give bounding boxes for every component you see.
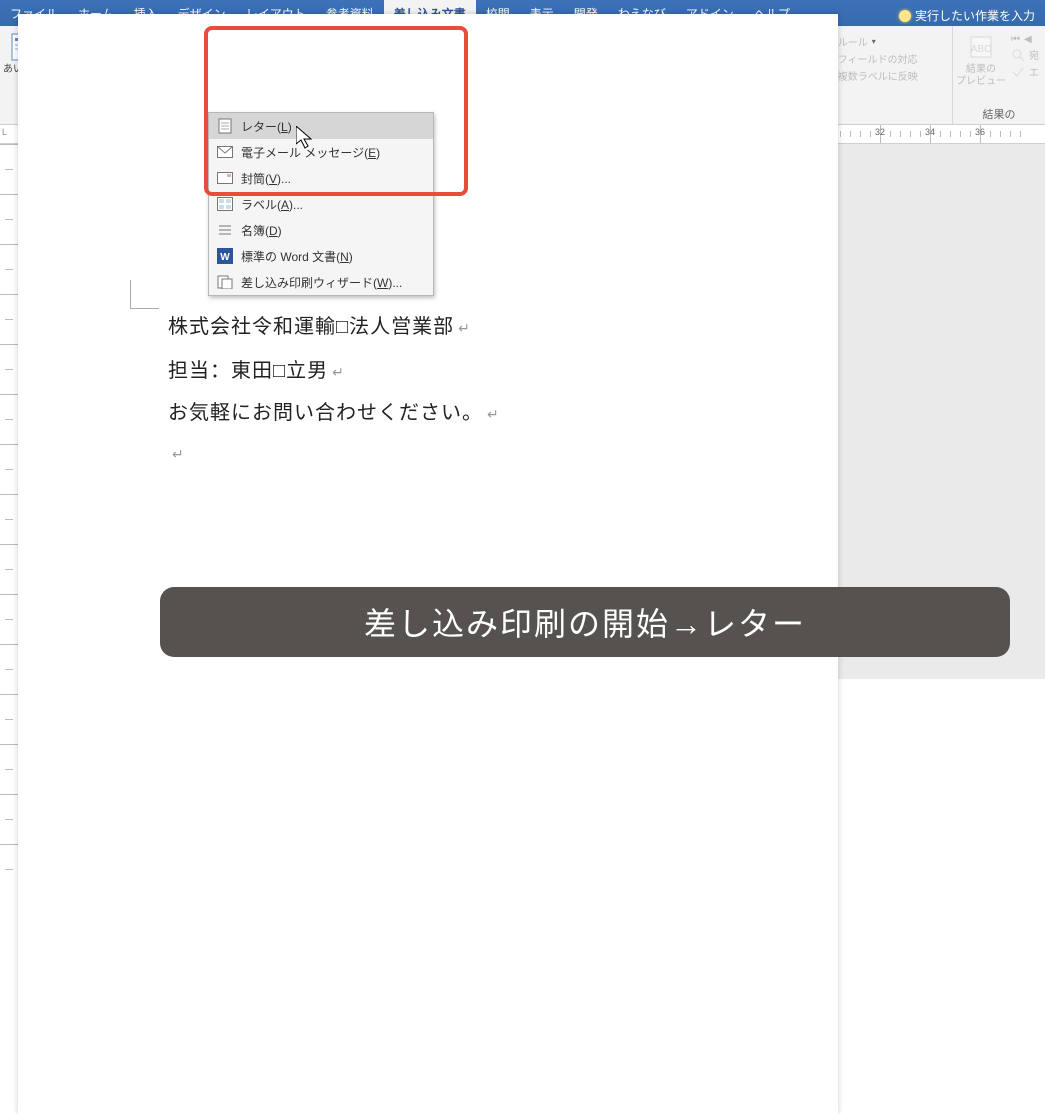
paragraph-mark-icon: ↵	[458, 320, 471, 336]
mail-icon	[217, 144, 233, 160]
dd-directory-label: 名簿(D)	[241, 222, 282, 239]
tutorial-caption: 差し込み印刷の開始→レター	[160, 587, 1010, 657]
dd-directory[interactable]: 名簿(D)	[209, 217, 433, 243]
label-small-icon	[217, 196, 233, 212]
margin-corner	[130, 280, 159, 309]
vertical-ruler[interactable]	[0, 144, 19, 679]
doc-line-2[interactable]: 担当：東田□立男↵	[168, 354, 345, 383]
paragraph-mark-icon: ↵	[172, 446, 185, 462]
dd-email-label: 電子メール メッセージ(E)	[241, 144, 380, 161]
group-preview-label: 結果の	[983, 106, 1016, 122]
envelope-small-icon	[217, 170, 233, 186]
tutorial-caption-text: 差し込み印刷の開始→レター	[364, 599, 806, 645]
preview-side-commands: ⏮◀ 宛 エ	[1011, 32, 1039, 79]
check-errors: エ	[1011, 64, 1039, 79]
dd-letter-label: レター(L)	[241, 118, 292, 135]
dd-normal-label: 標準の Word 文書(N)	[241, 248, 353, 265]
doc-icon	[217, 118, 233, 134]
dd-envelope[interactable]: 封筒(V)...	[209, 165, 433, 191]
nav-first-icon: ⏮	[1011, 34, 1020, 45]
svg-text:ABC: ABC	[971, 44, 992, 55]
tell-me[interactable]: 実行したい作業を入力	[889, 0, 1045, 26]
btn-preview: ABC 結果の プレビュー	[959, 32, 1003, 88]
ruler-tab-indicator: L	[2, 127, 7, 137]
dd-envelope-label: 封筒(V)...	[241, 170, 291, 187]
start-merge-dropdown: レター(L) 電子メール メッセージ(E) 封筒(V)... ラベル(A)...…	[208, 112, 434, 296]
paragraph-mark-icon: ↵	[487, 406, 500, 422]
search-icon	[1011, 48, 1025, 62]
nav-first: ⏮◀	[1011, 34, 1039, 45]
check-icon	[1011, 65, 1025, 79]
word-icon: W	[217, 248, 233, 264]
preview-icon: ABC	[966, 32, 996, 62]
dd-email[interactable]: 電子メール メッセージ(E)	[209, 139, 433, 165]
dd-wizard[interactable]: 差し込み印刷ウィザード(W)...	[209, 269, 433, 295]
doc-line-1[interactable]: 株式会社令和運輸□法人営業部↵	[168, 310, 471, 339]
dd-letter[interactable]: レター(L)	[209, 113, 433, 139]
chevron-down-icon: ▾	[872, 37, 876, 46]
doc-line-4[interactable]: ↵	[168, 442, 185, 465]
dd-label-label: ラベル(A)...	[241, 196, 303, 213]
dd-wizard-label: 差し込み印刷ウィザード(W)...	[241, 274, 402, 291]
paragraph-mark-icon: ↵	[332, 364, 345, 380]
dd-label[interactable]: ラベル(A)...	[209, 191, 433, 217]
nav-prev-icon: ◀	[1024, 34, 1032, 45]
list-icon	[217, 222, 233, 238]
btn-preview-label: 結果の プレビュー	[956, 64, 1006, 88]
doc-line-3[interactable]: お気軽にお問い合わせください。↵	[168, 396, 500, 425]
lightbulb-icon	[899, 10, 911, 22]
find-recipient: 宛	[1011, 47, 1039, 62]
tell-me-label: 実行したい作業を入力	[915, 7, 1035, 24]
dd-normal[interactable]: W 標準の Word 文書(N)	[209, 243, 433, 269]
svg-text:W: W	[220, 252, 230, 263]
group-preview: ABC 結果の プレビュー ⏮◀ 宛 エ 結果の	[953, 26, 1045, 124]
wizard-icon	[217, 274, 233, 290]
